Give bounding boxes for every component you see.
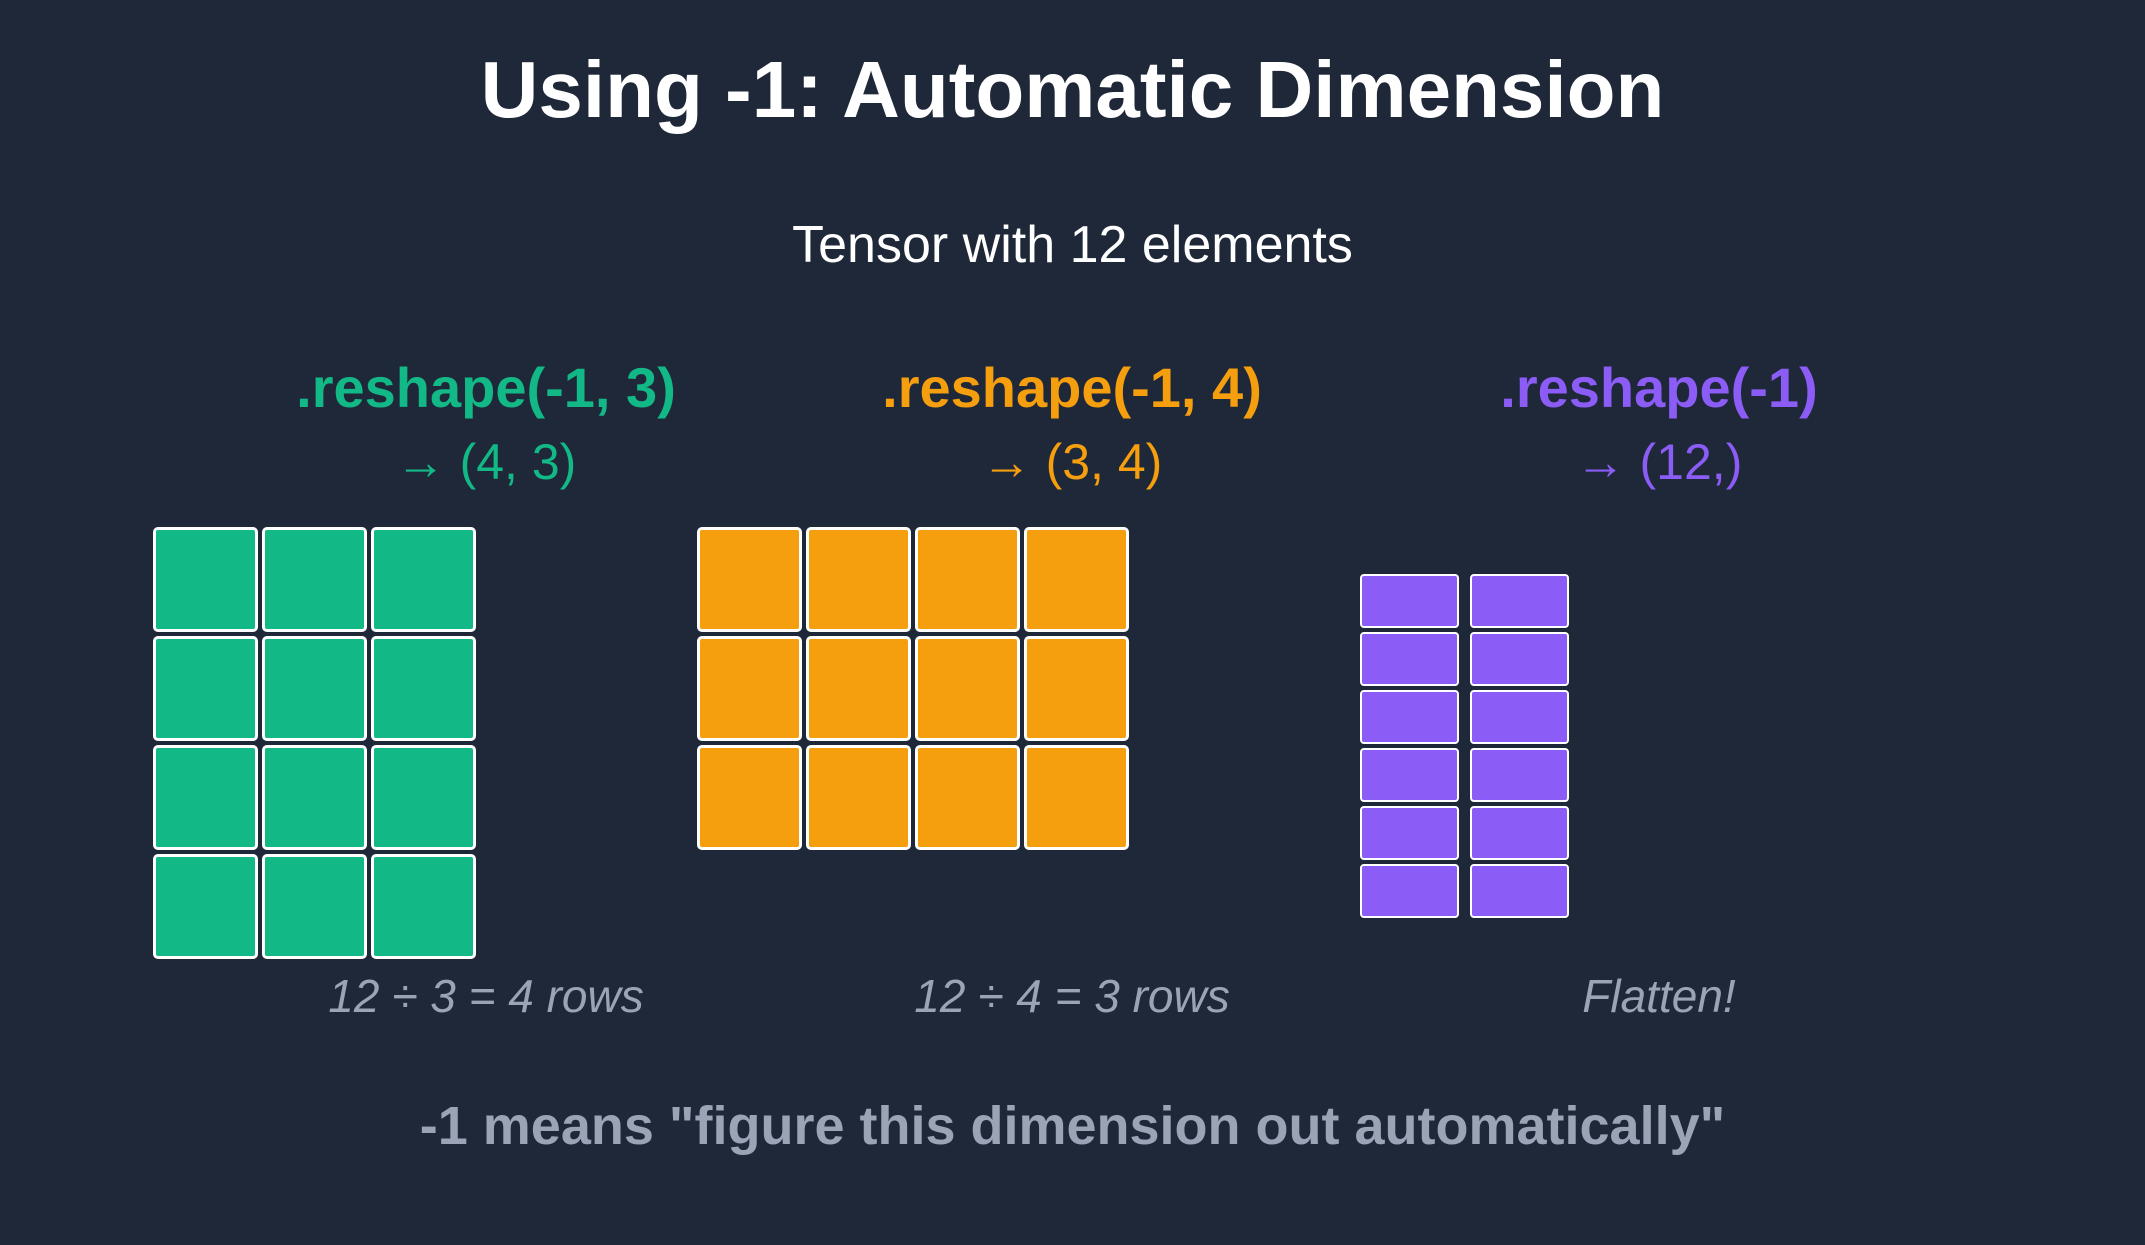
tensor-element-cell [806,636,911,741]
tensor-element-cell [1024,745,1129,850]
tensor-element-cell [1470,864,1569,918]
tensor-element-cell [915,527,1020,632]
tensor-element-cell [1360,748,1459,802]
tensor-element-cell [697,527,802,632]
tensor-element-cell [1360,864,1459,918]
footer-note: -1 means "figure this dimension out auto… [419,1096,1726,1156]
tensor-element-cell [1470,748,1569,802]
tensor-element-cell [153,527,258,632]
tensor-element-cell [153,745,258,850]
tensor-element-cell [1360,806,1459,860]
reshape-call-label-c: .reshape(-1) [1500,356,1818,419]
tensor-element-cell [1470,806,1569,860]
tensor-element-cell [262,854,367,959]
tensor-element-cell [262,527,367,632]
tensor-element-cell [153,854,258,959]
tensor-element-cell [806,745,911,850]
tensor-element-cell [1360,574,1459,628]
tensor-element-cell [371,636,476,741]
tensor-element-cell [806,527,911,632]
tensor-element-cell [915,636,1020,741]
tensor-element-cell [697,745,802,850]
tensor-element-cell [1470,632,1569,686]
tensor-element-cell [1470,690,1569,744]
tensor-grid-b [697,527,1129,850]
tensor-element-cell [371,854,476,959]
tensor-grid-c [1360,574,1569,918]
tensor-element-cell [371,527,476,632]
tensor-element-cell [1024,527,1129,632]
tensor-element-cell [262,745,367,850]
tensor-grid-a [153,527,476,959]
tensor-element-cell [1360,632,1459,686]
tensor-element-cell [1470,574,1569,628]
tensor-element-cell [1024,636,1129,741]
tensor-element-cell [153,636,258,741]
reshape-result-label-c: → (12,) [1575,434,1743,490]
page-title: Using -1: Automatic Dimension [480,45,1665,134]
subtitle: Tensor with 12 elements [792,216,1353,274]
tensor-element-cell [915,745,1020,850]
reshape-note-c: Flatten! [1582,970,1736,1022]
tensor-element-cell [262,636,367,741]
tensor-element-cell [697,636,802,741]
tensor-element-cell [1360,690,1459,744]
tensor-element-cell [371,745,476,850]
